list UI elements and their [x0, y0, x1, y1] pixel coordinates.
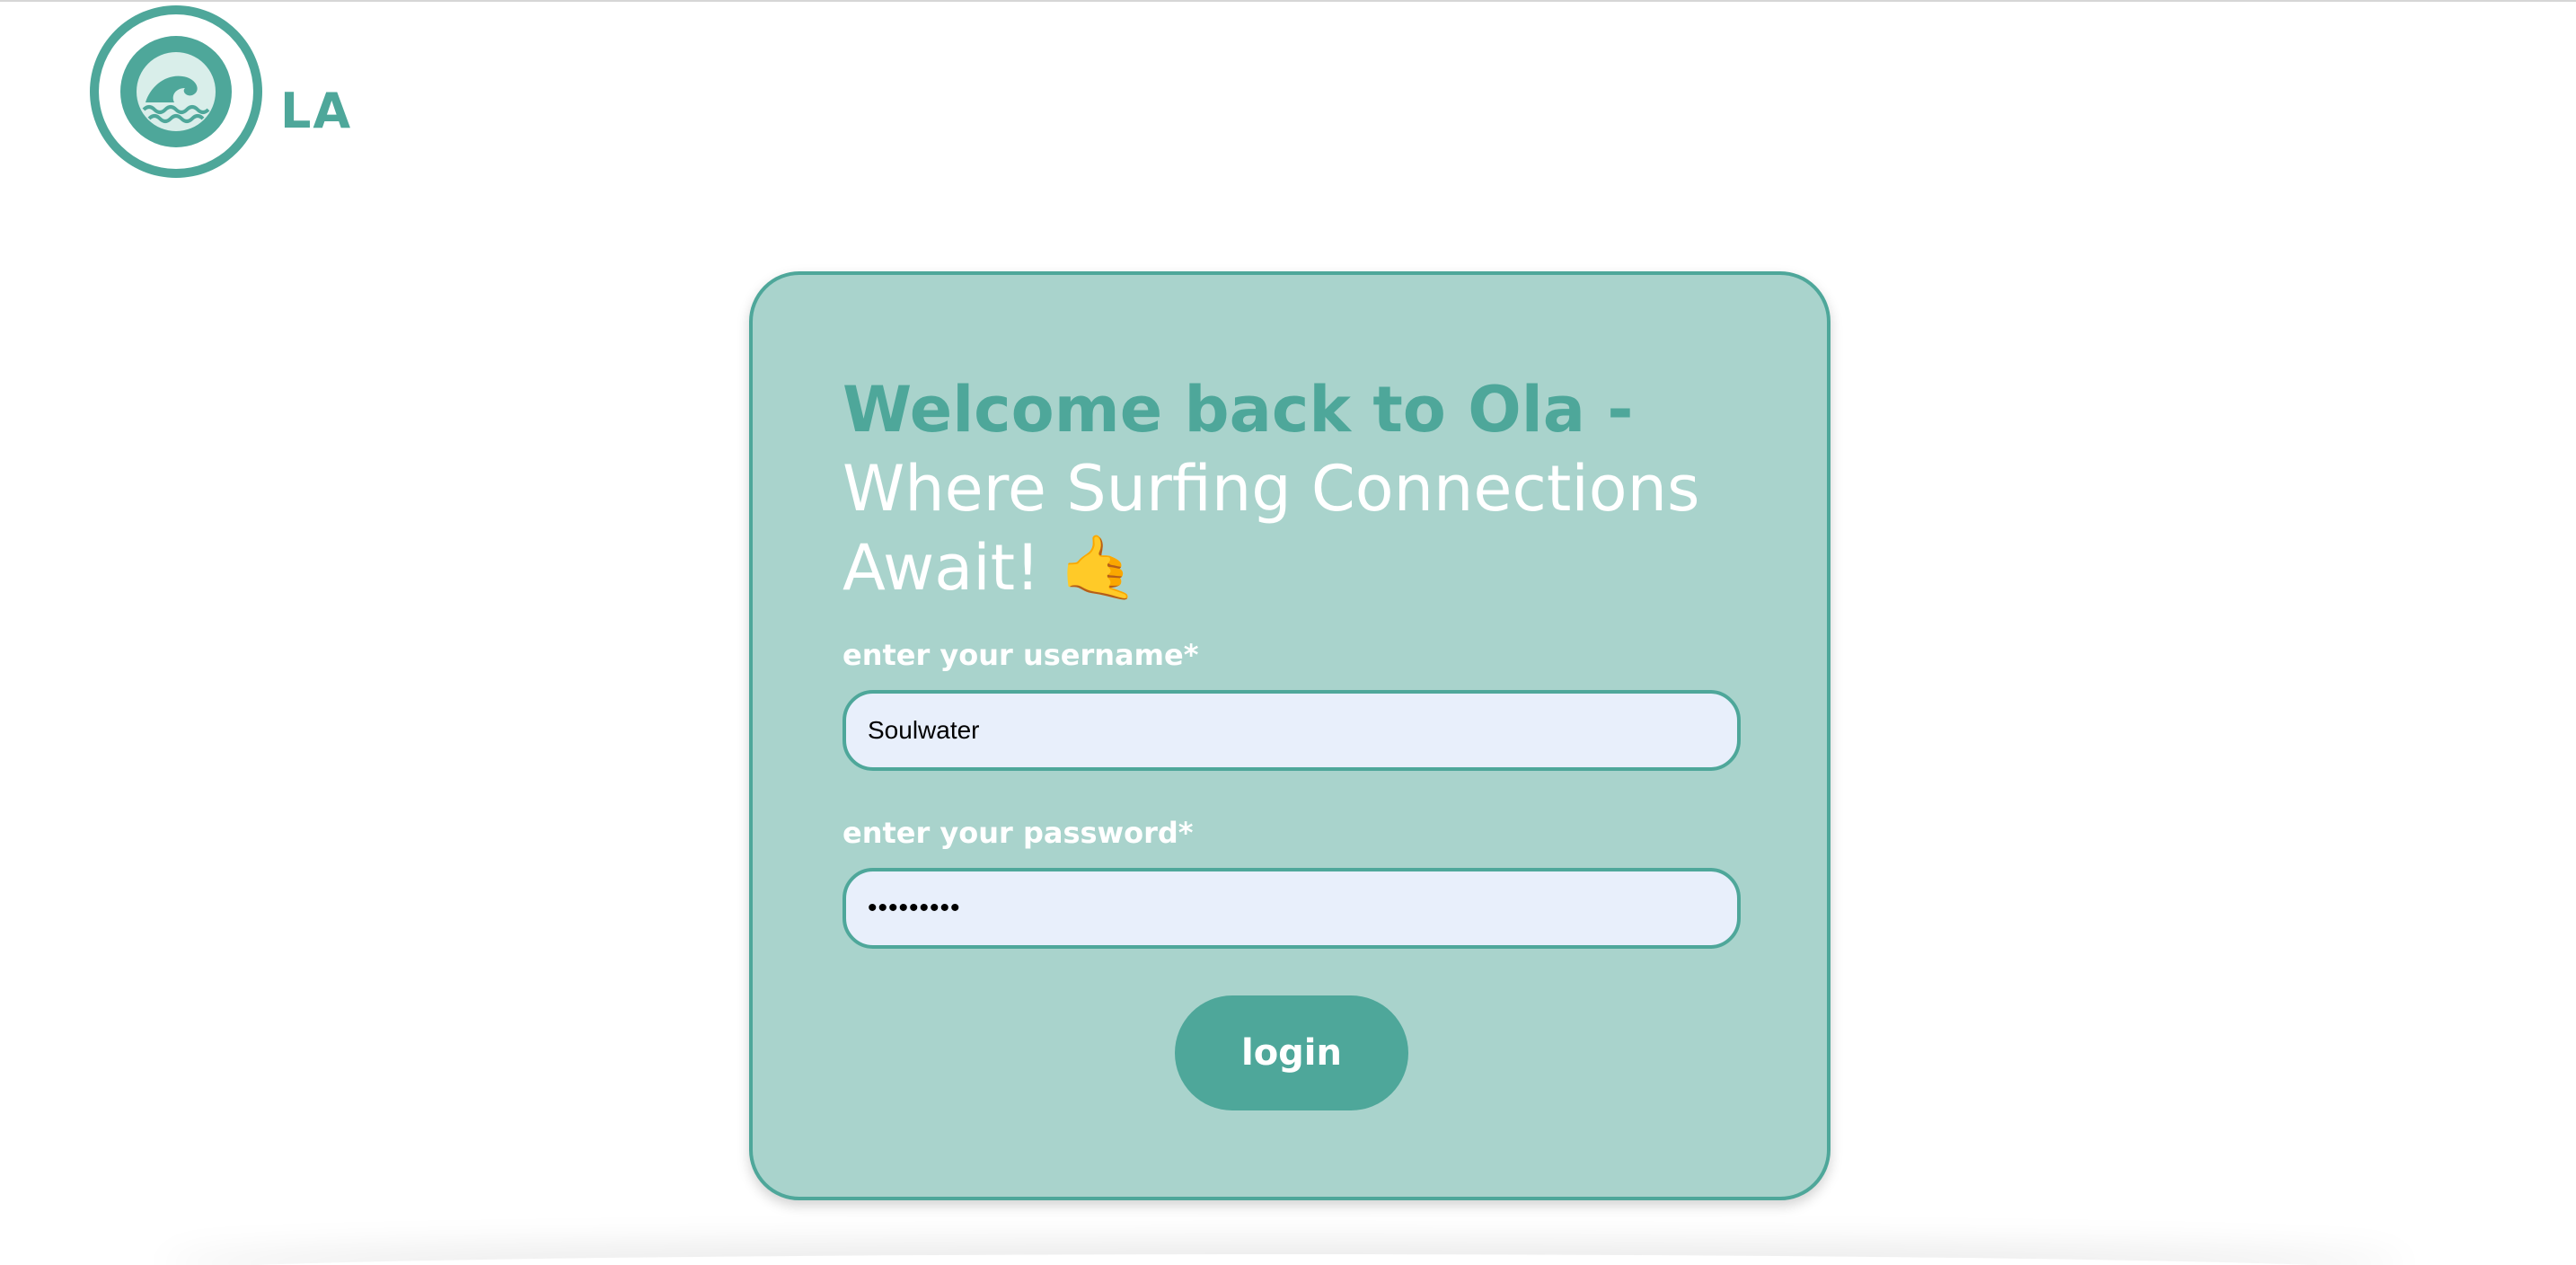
login-heading: Welcome back to Ola - Where Surfing Conn… [842, 370, 1777, 607]
password-label: enter your password* [842, 816, 1194, 850]
username-input[interactable] [842, 690, 1741, 771]
login-card: Welcome back to Ola - Where Surfing Conn… [749, 271, 1831, 1200]
page-bottom-shadow [162, 1254, 2407, 1265]
logo[interactable]: LA [86, 2, 356, 181]
login-button[interactable]: login [1175, 995, 1408, 1110]
heading-tagline: Where Surfing Connections Await! [842, 452, 1700, 605]
shaka-emoji-icon: 🤙 [1060, 531, 1139, 605]
heading-welcome: Welcome back to Ola - [842, 373, 1634, 447]
wave-icon [90, 5, 262, 178]
top-divider [0, 0, 2576, 2]
password-input[interactable] [842, 868, 1741, 949]
logo-text: LA [280, 83, 353, 139]
username-label: enter your username* [842, 638, 1199, 672]
